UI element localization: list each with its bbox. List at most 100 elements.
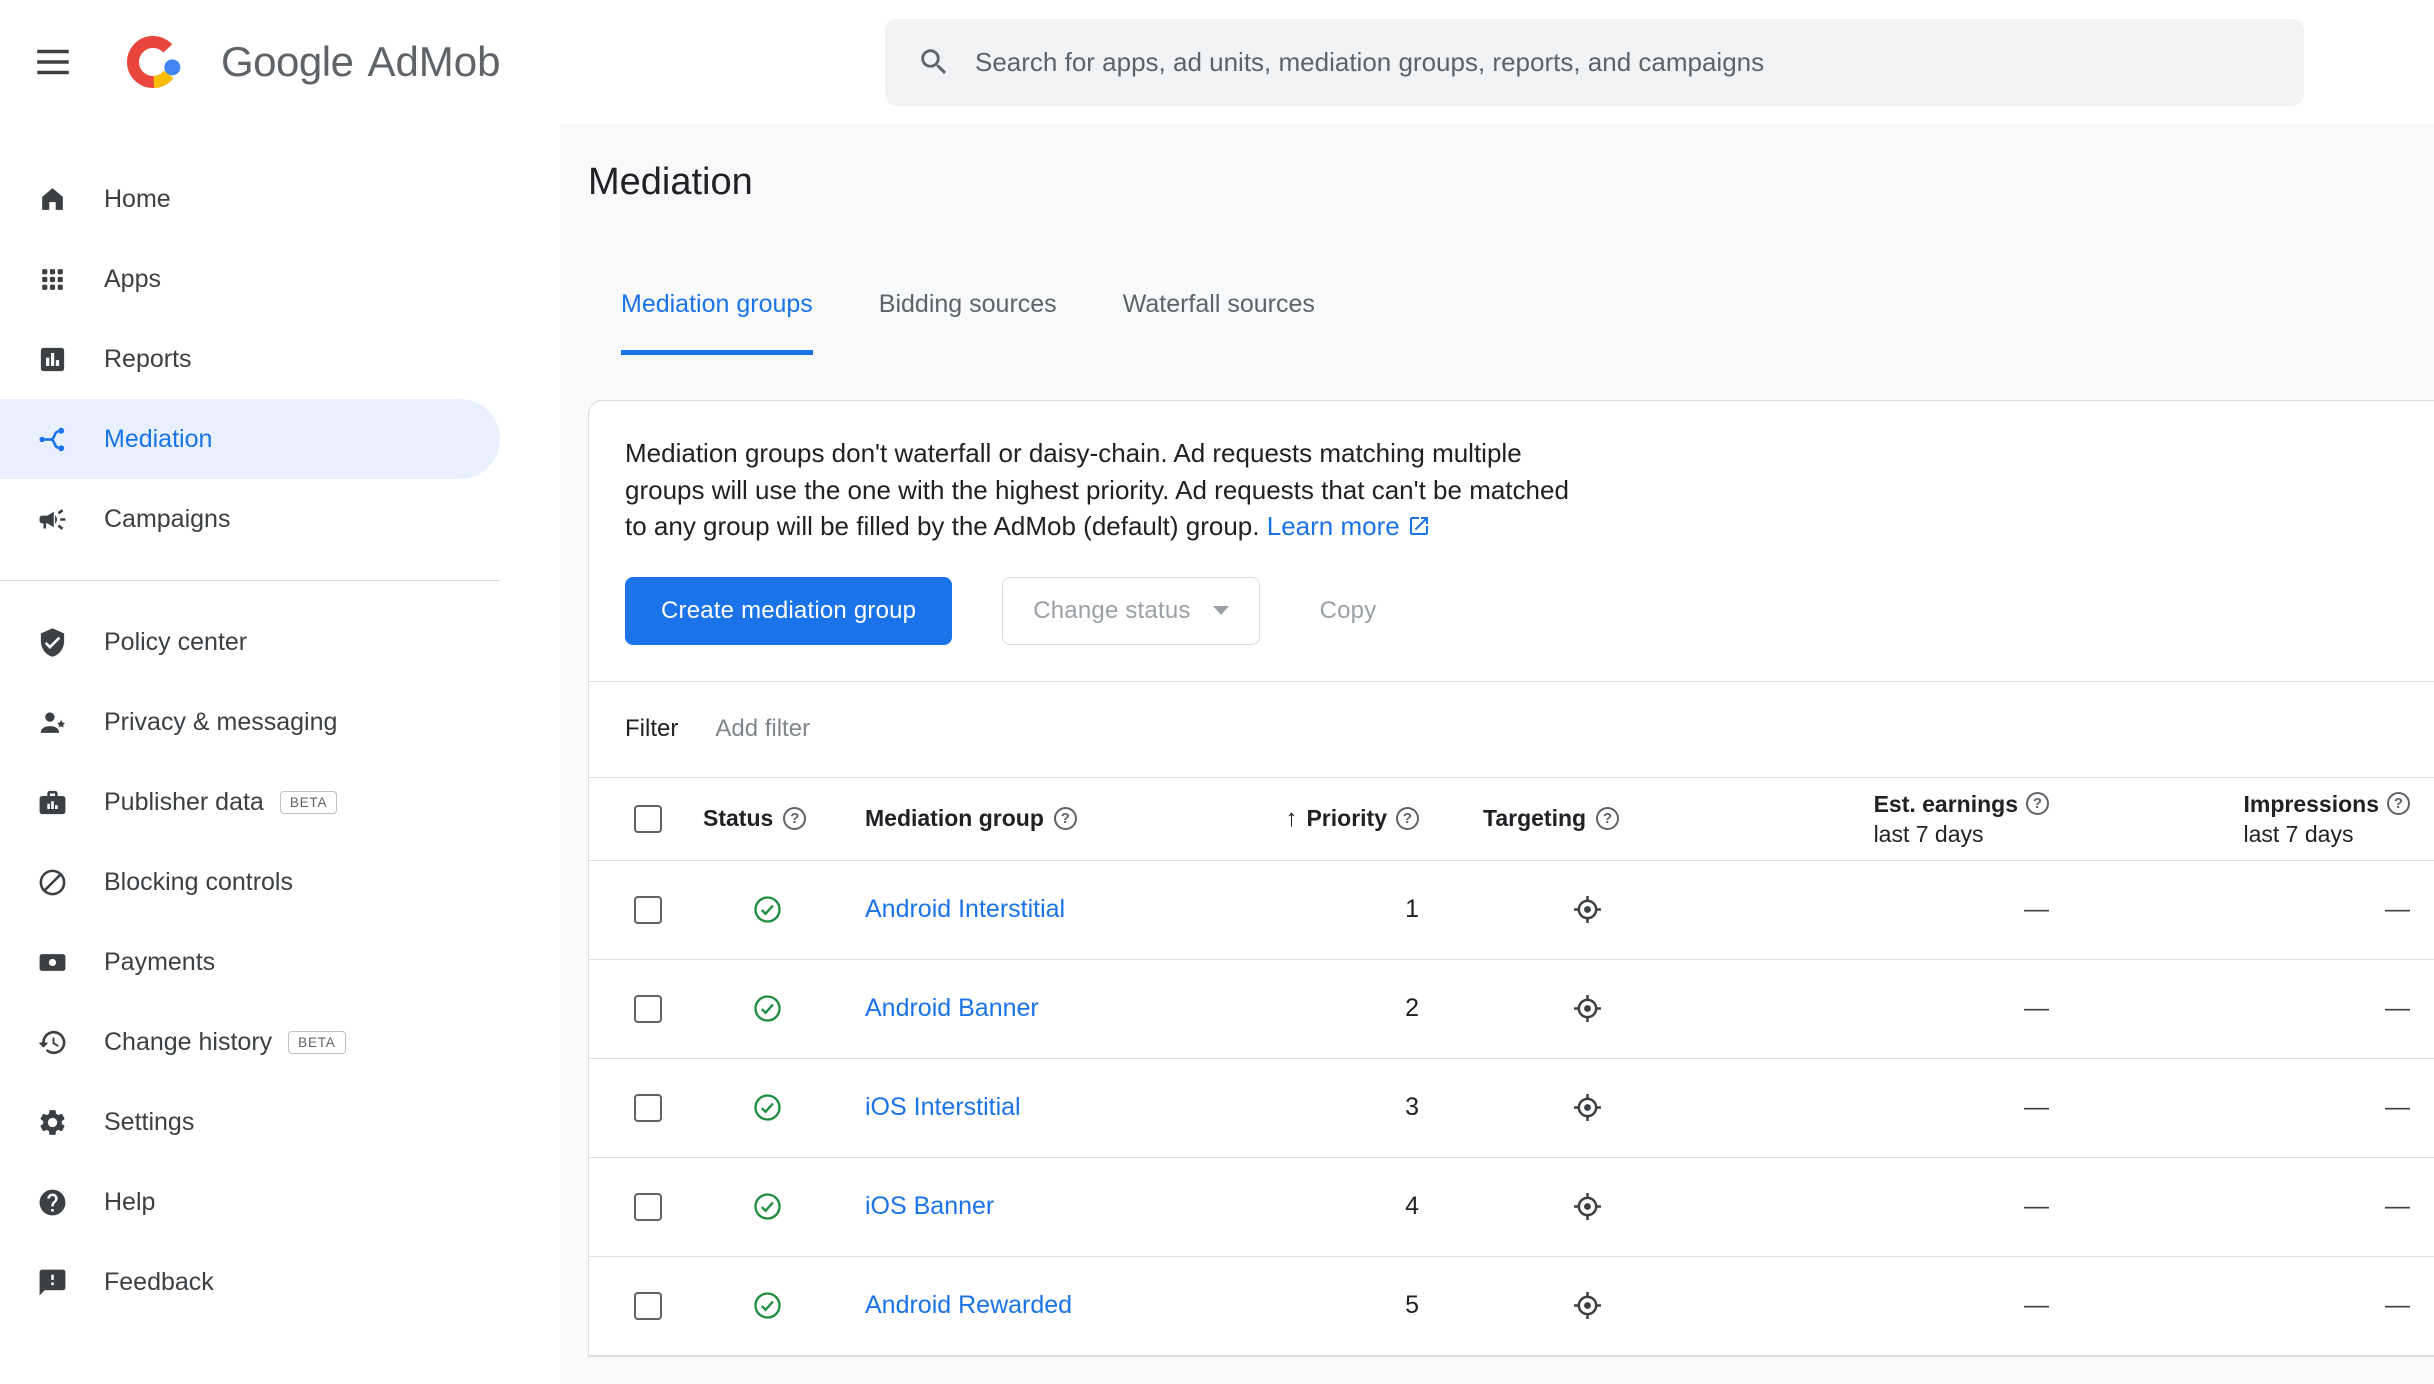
history-clock-icon	[37, 1027, 68, 1058]
targeting-icon[interactable]	[1571, 992, 1604, 1025]
column-header-est-earnings: Est. earningslast 7 days	[1765, 789, 2109, 849]
column-header-priority[interactable]: ↑ Priority	[1285, 805, 1435, 833]
page-title: Mediation	[588, 161, 753, 203]
caret-down-icon	[1212, 606, 1229, 615]
targeting-icon[interactable]	[1571, 893, 1604, 926]
mediation-group-link[interactable]: Android Banner	[865, 994, 1039, 1023]
row-checkbox[interactable]	[634, 1093, 662, 1122]
mediation-group-link[interactable]: Android Rewarded	[865, 1291, 1072, 1320]
sidebar-item-settings[interactable]: Settings	[0, 1082, 500, 1162]
open-in-new-icon	[1409, 517, 1428, 535]
hamburger-menu-button[interactable]	[31, 40, 75, 84]
mediation-description: Mediation groups don't waterfall or dais…	[625, 435, 1575, 545]
beta-badge: BETA	[288, 1030, 346, 1054]
sidebar-item-reports[interactable]: Reports	[0, 319, 500, 399]
sidebar-item-feedback[interactable]: Feedback	[0, 1242, 500, 1322]
table-header-row: Status Mediation group ↑Priority Targeti…	[589, 776, 2434, 861]
search-input[interactable]	[975, 46, 2272, 78]
help-icon[interactable]	[1596, 807, 1620, 830]
create-mediation-group-button[interactable]: Create mediation group	[625, 576, 953, 645]
change-status-button[interactable]: Change status	[1002, 576, 1260, 645]
earnings-value: —	[2024, 1192, 2049, 1220]
row-checkbox[interactable]	[634, 1291, 662, 1320]
select-all-checkbox[interactable]	[634, 804, 662, 833]
row-checkbox[interactable]	[634, 895, 662, 924]
mediation-groups-card: Mediation groups don't waterfall or dais…	[588, 400, 2434, 1357]
admob-logo[interactable]: Google AdMob	[121, 30, 501, 94]
sidebar-item-apps[interactable]: Apps	[0, 239, 500, 319]
priority-value: 1	[1405, 895, 1419, 923]
filter-bar: Filter Add filter	[589, 680, 2434, 777]
status-active-icon	[754, 896, 781, 923]
brand-admob: AdMob	[367, 38, 501, 85]
table-row: Android Rewarded 5 — —	[589, 1257, 2434, 1356]
help-icon[interactable]	[1396, 807, 1419, 830]
table-row: iOS Banner 4 — —	[589, 1158, 2434, 1257]
brand-google: Google	[221, 38, 354, 85]
search-icon	[921, 49, 947, 75]
impressions-value: —	[2385, 1093, 2410, 1121]
targeting-icon[interactable]	[1571, 1190, 1604, 1223]
sidebar-item-publisher-data[interactable]: Publisher data BETA	[0, 762, 500, 842]
row-checkbox[interactable]	[634, 1192, 662, 1221]
sidebar-item-policy-center[interactable]: Policy center	[0, 602, 500, 682]
sidebar-item-blocking-controls[interactable]: Blocking controls	[0, 842, 500, 922]
help-icon[interactable]	[2387, 792, 2410, 815]
column-header-mediation-group: Mediation group	[865, 805, 1295, 832]
tab-bar: Mediation groups Bidding sources Waterfa…	[621, 289, 2434, 355]
priority-value: 5	[1405, 1291, 1419, 1319]
top-bar: Google AdMob	[0, 0, 2434, 124]
help-circle-icon	[37, 1187, 68, 1218]
mediation-group-link[interactable]: iOS Banner	[865, 1192, 994, 1221]
bar-chart-icon	[37, 344, 68, 375]
sidebar-item-campaigns[interactable]: Campaigns	[0, 479, 500, 559]
sidebar-item-home[interactable]: Home	[0, 159, 500, 239]
copy-button[interactable]: Copy	[1310, 577, 1387, 645]
status-active-icon	[754, 1193, 781, 1220]
person-star-icon	[37, 707, 68, 738]
table-row: Android Banner 2 — —	[589, 960, 2434, 1059]
search-bar[interactable]	[885, 18, 2304, 106]
table-row: iOS Interstitial 3 — —	[589, 1059, 2434, 1158]
tab-mediation-groups[interactable]: Mediation groups	[621, 289, 813, 355]
priority-value: 2	[1405, 994, 1419, 1022]
priority-value: 4	[1405, 1192, 1419, 1220]
sidebar: Home Apps Reports Mediation Campaigns Po…	[0, 124, 560, 1384]
targeting-icon[interactable]	[1571, 1289, 1604, 1322]
sidebar-divider	[0, 580, 500, 581]
priority-value: 3	[1405, 1093, 1419, 1121]
admob-logo-icon	[127, 35, 181, 88]
learn-more-link[interactable]: Learn more	[1267, 511, 1431, 541]
column-header-status: Status	[693, 805, 865, 832]
briefcase-chart-icon	[37, 787, 68, 818]
feedback-bubble-icon	[37, 1267, 68, 1298]
app-shell: Home Apps Reports Mediation Campaigns Po…	[0, 124, 2434, 1384]
sort-ascending-icon: ↑	[1285, 804, 1298, 832]
sidebar-item-privacy-messaging[interactable]: Privacy & messaging	[0, 682, 500, 762]
sidebar-item-change-history[interactable]: Change history BETA	[0, 1002, 500, 1082]
sidebar-item-help[interactable]: Help	[0, 1162, 500, 1242]
help-icon[interactable]	[783, 807, 807, 830]
payment-card-icon	[37, 947, 68, 978]
hamburger-icon	[37, 49, 69, 75]
help-icon[interactable]	[1053, 807, 1077, 830]
tab-bidding-sources[interactable]: Bidding sources	[879, 289, 1057, 355]
column-header-targeting: Targeting	[1435, 805, 1765, 832]
status-active-icon	[754, 1292, 781, 1319]
megaphone-icon	[37, 504, 68, 535]
main-content: Mediation Mediation groups Bidding sourc…	[560, 124, 2434, 1384]
mediation-fork-icon	[37, 424, 68, 455]
add-filter-button[interactable]: Add filter	[715, 715, 810, 743]
targeting-icon[interactable]	[1571, 1091, 1604, 1124]
impressions-value: —	[2385, 994, 2410, 1022]
mediation-group-link[interactable]: iOS Interstitial	[865, 1093, 1021, 1122]
row-checkbox[interactable]	[634, 994, 662, 1023]
tab-waterfall-sources[interactable]: Waterfall sources	[1123, 289, 1315, 355]
home-icon	[37, 184, 68, 215]
earnings-value: —	[2024, 994, 2049, 1022]
sidebar-item-mediation[interactable]: Mediation	[0, 399, 500, 479]
impressions-value: —	[2385, 1291, 2410, 1319]
help-icon[interactable]	[2026, 792, 2049, 815]
mediation-group-link[interactable]: Android Interstitial	[865, 895, 1065, 924]
sidebar-item-payments[interactable]: Payments	[0, 922, 500, 1002]
